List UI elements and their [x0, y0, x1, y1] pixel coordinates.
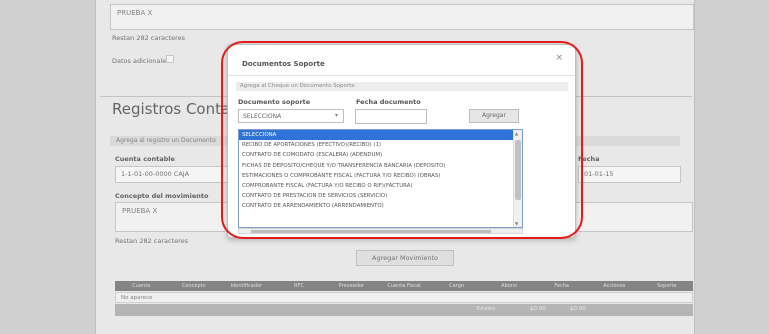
- select-value: SELECCIONA: [243, 113, 282, 120]
- close-icon[interactable]: ×: [555, 53, 563, 63]
- modal-title: Documentos Soporte: [242, 60, 325, 68]
- dropdown-option[interactable]: CONTRATO DE PRESTACION DE SERVICIOS (SER…: [239, 191, 514, 201]
- dropdown-option[interactable]: CONTRATO DE ARRENDAMIENTO (ARRENDAMIENTO…: [239, 201, 514, 211]
- dropdown-option[interactable]: COMPROBANTE FISCAL (FACTURA Y/O RECIBO O…: [239, 181, 514, 191]
- scroll-up-icon[interactable]: ▲: [515, 131, 518, 136]
- chevron-down-icon: ▾: [334, 112, 338, 119]
- support-document-select[interactable]: SELECCIONA ▾: [238, 109, 344, 123]
- horizontal-scrollbar[interactable]: [238, 228, 523, 234]
- dropdown-option[interactable]: CONTRATO DE COMODATO (ESCALERA) (ADENDUM…: [239, 150, 514, 160]
- scrollbar-thumb[interactable]: [515, 140, 521, 200]
- horizontal-scrollbar-thumb[interactable]: [251, 230, 491, 233]
- dropdown-option[interactable]: ESTIMACIONES O COMPROBANTE FISCAL (FACTU…: [239, 171, 514, 181]
- support-documents-modal: Documentos Soporte × Agrega al Cheque un…: [227, 44, 576, 238]
- dropdown-option[interactable]: FICHAS DE DEPOSITO/CHEQUE Y/O TRANSFEREN…: [239, 161, 514, 171]
- document-date-input[interactable]: [355, 109, 427, 124]
- dropdown-scrollbar[interactable]: ▲ ▼: [513, 130, 522, 227]
- support-document-label: Documento soporte: [238, 98, 311, 106]
- dropdown-option[interactable]: RECIBO DE APORTACIONES (EFECTIVO)(RECIBO…: [239, 140, 514, 150]
- document-date-label: Fecha documento: [356, 98, 421, 106]
- add-button[interactable]: Agregar: [469, 109, 519, 123]
- support-document-dropdown: SELECCIONA RECIBO DE APORTACIONES (EFECT…: [238, 129, 523, 228]
- scroll-down-icon[interactable]: ▼: [515, 221, 518, 226]
- modal-subtitle: Agrega al Cheque un Documento Soporte: [236, 82, 568, 91]
- modal-divider: [228, 75, 575, 76]
- dropdown-option[interactable]: SELECCIONA: [239, 130, 514, 141]
- dropdown-list: SELECCIONA RECIBO DE APORTACIONES (EFECT…: [239, 130, 514, 212]
